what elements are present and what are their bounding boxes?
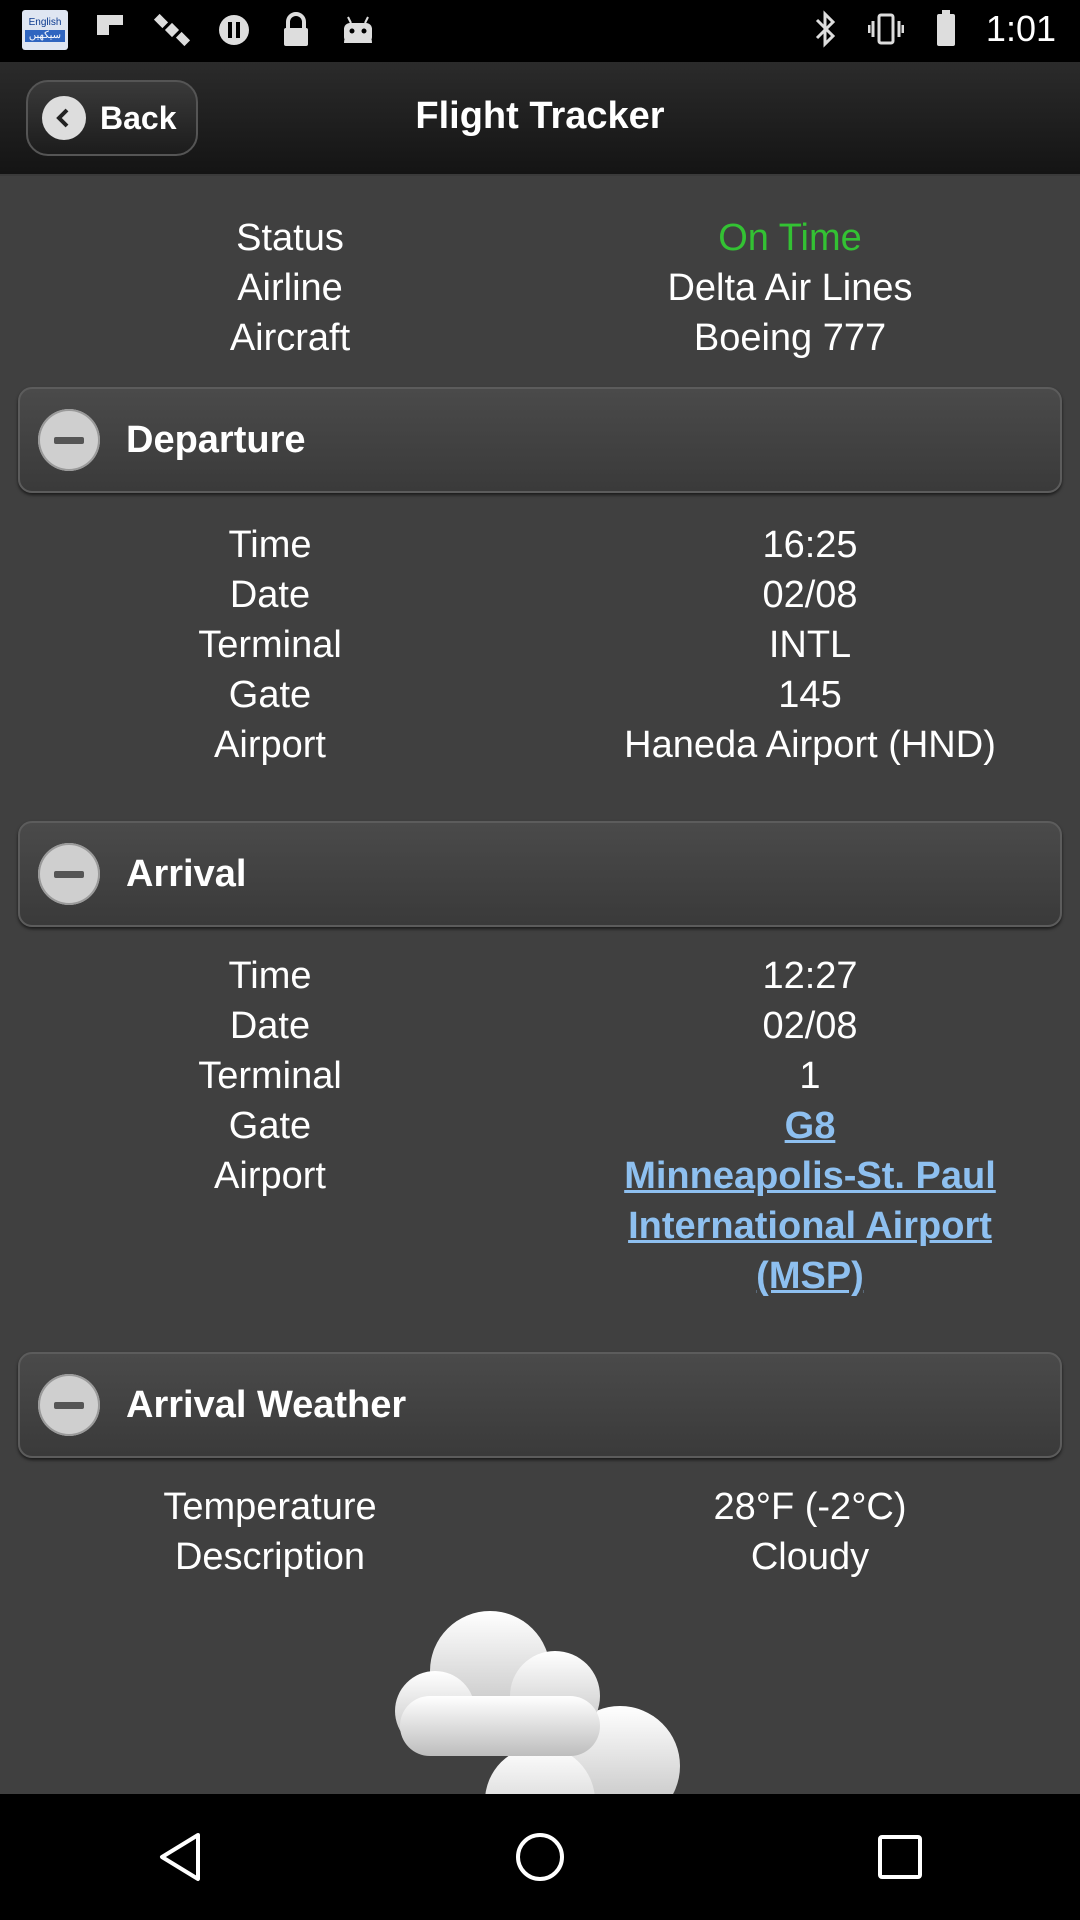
row-value: 145 [778, 673, 842, 716]
row-key: Gate [228, 1104, 312, 1147]
row-key: Time [228, 954, 312, 997]
row-key: Terminal [198, 623, 342, 666]
nav-home-button[interactable] [480, 1807, 600, 1907]
clock: 1:01 [985, 8, 1056, 49]
row-value: 12:27 [762, 954, 858, 997]
row-key: Time [228, 523, 312, 566]
row-key: Gate [228, 673, 312, 716]
content-area: Status On Time Airline Delta Air Lines A… [0, 176, 1080, 1794]
back-button-label: Back [100, 99, 177, 136]
row-value: Boeing 777 [693, 316, 887, 359]
departure-row: Gate 145 [0, 670, 1080, 720]
title-bar: Flight Tracker Back [0, 62, 1080, 176]
lang-badge-icon: English سیکھیں [22, 10, 68, 50]
arrival-section-header[interactable]: Arrival [18, 821, 1062, 927]
lock-icon [276, 10, 316, 50]
departure-section-header[interactable]: Departure [18, 387, 1062, 493]
row-key: Date [229, 573, 311, 616]
section-label: Arrival [126, 852, 247, 895]
back-button[interactable]: Back [26, 80, 198, 156]
status-bar: English سیکھیں 1:01 [0, 0, 1080, 62]
row-key: Terminal [198, 1054, 342, 1097]
row-value: 02/08 [762, 1004, 858, 1047]
airport-link[interactable]: Minneapolis-St. Paul International Airpo… [624, 1155, 996, 1297]
row-value-cell: G8 [540, 1101, 1080, 1151]
row-key: Airport [214, 1155, 326, 1197]
back-arrow-icon [42, 96, 86, 140]
pause-icon [214, 10, 254, 50]
row-key: Description [174, 1535, 366, 1578]
nav-back-icon [160, 1833, 200, 1881]
row-value: Haneda Airport (HND) [624, 723, 996, 766]
row-key: Airline [237, 266, 343, 309]
battery-icon [926, 9, 966, 49]
row-key: Airport [214, 723, 326, 766]
arrival-row: Terminal 1 [0, 1051, 1080, 1101]
summary-row-aircraft: Aircraft Boeing 777 [0, 313, 1080, 363]
row-key: Aircraft [229, 316, 351, 359]
row-value-cell: Minneapolis-St. Paul International Airpo… [540, 1151, 1080, 1301]
android-icon [338, 10, 378, 50]
departure-row: Terminal INTL [0, 620, 1080, 670]
minus-circle-icon [38, 1374, 100, 1436]
minus-circle-icon [38, 843, 100, 905]
row-key: Status [236, 216, 344, 259]
summary-table: Status On Time Airline Delta Air Lines A… [0, 213, 1080, 363]
nav-recents-icon [878, 1835, 922, 1879]
lang-badge-bottom: سیکھیں [25, 30, 65, 42]
row-value: 1 [799, 1054, 821, 1097]
arrival-table: Time 12:27 Date 02/08 Terminal 1 Gate G8 Air… [0, 951, 1080, 1301]
row-key: Temperature [163, 1485, 377, 1528]
departure-row: Date 02/08 [0, 570, 1080, 620]
row-value: 02/08 [762, 573, 858, 616]
status-value: On Time [718, 216, 862, 259]
departure-table: Time 16:25 Date 02/08 Terminal INTL Gate 145… [0, 520, 1080, 770]
weather-row: Temperature 28°F (-2°C) [0, 1482, 1080, 1532]
bluetooth-icon [806, 9, 846, 49]
row-value: Cloudy [750, 1535, 870, 1578]
cloudy-icon [390, 1596, 710, 1794]
arrival-row: Time 12:27 [0, 951, 1080, 1001]
nav-recents-button[interactable] [840, 1807, 960, 1907]
summary-row-airline: Airline Delta Air Lines [0, 263, 1080, 313]
departure-row: Airport Haneda Airport (HND) [0, 720, 1080, 770]
section-label: Arrival Weather [126, 1383, 407, 1426]
row-value: 28°F (-2°C) [713, 1485, 907, 1528]
gate-link[interactable]: G8 [785, 1105, 836, 1147]
nav-back-button[interactable] [120, 1807, 240, 1907]
summary-row-status: Status On Time [0, 213, 1080, 263]
arrival-row: Date 02/08 [0, 1001, 1080, 1051]
nav-home-icon [516, 1833, 564, 1881]
section-label: Departure [126, 418, 306, 461]
arrival-weather-section-header[interactable]: Arrival Weather [18, 1352, 1062, 1458]
vibrate-icon [866, 9, 906, 49]
row-value: 16:25 [762, 523, 858, 566]
departure-row: Time 16:25 [0, 520, 1080, 570]
navigation-bar [0, 1794, 1080, 1920]
arrival-row: Airport Minneapolis-St. Paul Internation… [0, 1151, 1080, 1301]
notification-icons: English سیکھیں [22, 10, 378, 50]
flipboard-icon [90, 10, 130, 50]
arrival-row: Gate G8 [0, 1101, 1080, 1151]
lang-badge-top: English [28, 17, 62, 28]
weather-table: Temperature 28°F (-2°C) Description Cloudy [0, 1482, 1080, 1582]
row-key: Date [229, 1004, 311, 1047]
weather-row: Description Cloudy [0, 1532, 1080, 1582]
minus-circle-icon [38, 409, 100, 471]
system-indicators: 1:01 [806, 8, 1056, 50]
row-value: INTL [768, 623, 852, 666]
row-value: Delta Air Lines [667, 266, 913, 309]
satellite-icon [152, 10, 192, 50]
